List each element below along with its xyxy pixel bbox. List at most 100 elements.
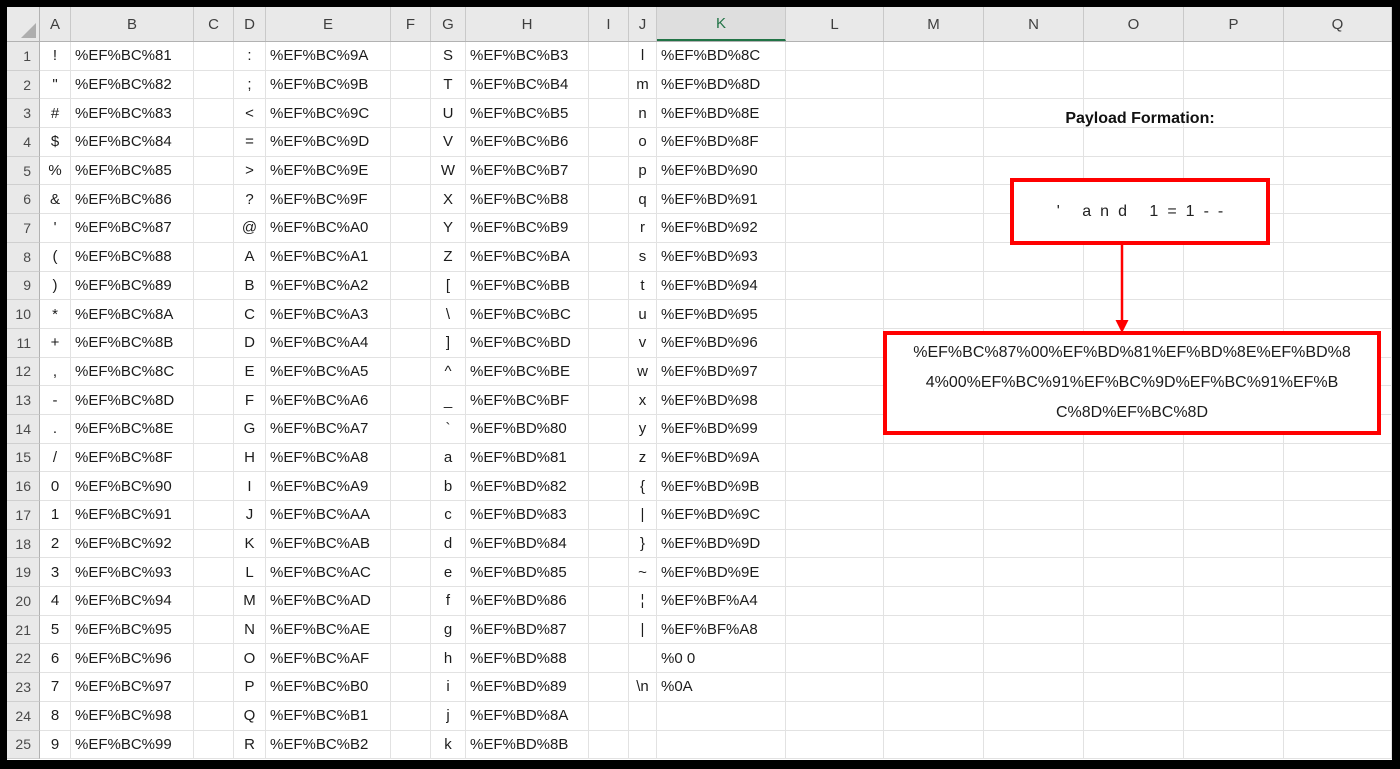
cell-A2[interactable]: " xyxy=(40,70,71,100)
cell-G8[interactable]: Z xyxy=(431,242,466,272)
cell-E23[interactable]: %EF%BC%B0 xyxy=(266,673,391,702)
cell-F9[interactable] xyxy=(391,271,431,301)
cell-L7[interactable] xyxy=(786,214,884,243)
cell-N21[interactable] xyxy=(984,615,1084,645)
cell-A14[interactable]: . xyxy=(40,414,71,444)
cell-Q18[interactable] xyxy=(1284,529,1392,559)
cell-L25[interactable] xyxy=(786,730,884,760)
cell-G10[interactable]: \ xyxy=(431,300,466,329)
cell-J25[interactable] xyxy=(629,730,657,760)
cell-D22[interactable]: O xyxy=(234,644,266,674)
cell-A7[interactable]: ' xyxy=(40,214,71,243)
row-header-24[interactable]: 24 xyxy=(7,701,40,731)
cell-E9[interactable]: %EF%BC%A2 xyxy=(266,271,391,301)
cell-F11[interactable] xyxy=(391,328,431,358)
cell-E12[interactable]: %EF%BC%A5 xyxy=(266,357,391,387)
cell-I20[interactable] xyxy=(589,587,629,616)
cell-K1[interactable]: %EF%BD%8C xyxy=(657,42,786,71)
cell-A1[interactable]: ! xyxy=(40,42,71,71)
cell-N23[interactable] xyxy=(984,673,1084,702)
cell-N17[interactable] xyxy=(984,501,1084,530)
row-header-18[interactable]: 18 xyxy=(7,529,40,559)
cell-J1[interactable]: l xyxy=(629,42,657,71)
column-header-M[interactable]: M xyxy=(884,7,984,41)
cell-K22[interactable]: %0 0 xyxy=(657,644,786,674)
cell-K8[interactable]: %EF%BD%93 xyxy=(657,242,786,272)
cell-N10[interactable] xyxy=(984,300,1084,329)
cell-I16[interactable] xyxy=(589,472,629,501)
cell-Q4[interactable] xyxy=(1284,128,1392,157)
cell-K23[interactable]: %0A xyxy=(657,673,786,702)
cell-I7[interactable] xyxy=(589,214,629,243)
cell-J4[interactable]: o xyxy=(629,128,657,157)
cell-H13[interactable]: %EF%BC%BF xyxy=(466,386,589,415)
cell-N20[interactable] xyxy=(984,587,1084,616)
cell-B8[interactable]: %EF%BC%88 xyxy=(71,242,194,272)
cell-A9[interactable]: ) xyxy=(40,271,71,301)
cell-M7[interactable] xyxy=(884,214,984,243)
cell-H22[interactable]: %EF%BD%88 xyxy=(466,644,589,674)
cell-F14[interactable] xyxy=(391,414,431,444)
cell-H12[interactable]: %EF%BC%BE xyxy=(466,357,589,387)
cell-K24[interactable] xyxy=(657,701,786,731)
cell-G23[interactable]: i xyxy=(431,673,466,702)
row-header-4[interactable]: 4 xyxy=(7,128,40,157)
cell-B24[interactable]: %EF%BC%98 xyxy=(71,701,194,731)
cell-H4[interactable]: %EF%BC%B6 xyxy=(466,128,589,157)
cell-A17[interactable]: 1 xyxy=(40,501,71,530)
cell-J3[interactable]: n xyxy=(629,99,657,129)
cell-M10[interactable] xyxy=(884,300,984,329)
cell-N15[interactable] xyxy=(984,443,1084,473)
cell-F25[interactable] xyxy=(391,730,431,760)
cell-P22[interactable] xyxy=(1184,644,1284,674)
cell-H18[interactable]: %EF%BD%84 xyxy=(466,529,589,559)
cell-P18[interactable] xyxy=(1184,529,1284,559)
cell-G1[interactable]: S xyxy=(431,42,466,71)
cell-N2[interactable] xyxy=(984,70,1084,100)
cell-J13[interactable]: x xyxy=(629,386,657,415)
cell-J22[interactable] xyxy=(629,644,657,674)
cell-D10[interactable]: C xyxy=(234,300,266,329)
cell-J20[interactable]: ¦ xyxy=(629,587,657,616)
cell-D4[interactable]: = xyxy=(234,128,266,157)
cell-Q6[interactable] xyxy=(1284,185,1392,215)
cell-Q5[interactable] xyxy=(1284,156,1392,186)
cell-Q10[interactable] xyxy=(1284,300,1392,329)
row-header-13[interactable]: 13 xyxy=(7,386,40,415)
cell-K4[interactable]: %EF%BD%8F xyxy=(657,128,786,157)
cell-B22[interactable]: %EF%BC%96 xyxy=(71,644,194,674)
cell-B21[interactable]: %EF%BC%95 xyxy=(71,615,194,645)
cell-F15[interactable] xyxy=(391,443,431,473)
column-header-N[interactable]: N xyxy=(984,7,1084,41)
cell-C22[interactable] xyxy=(194,644,234,674)
cell-A24[interactable]: 8 xyxy=(40,701,71,731)
cell-M6[interactable] xyxy=(884,185,984,215)
cell-P16[interactable] xyxy=(1184,472,1284,501)
cell-C10[interactable] xyxy=(194,300,234,329)
cell-M25[interactable] xyxy=(884,730,984,760)
cell-H23[interactable]: %EF%BD%89 xyxy=(466,673,589,702)
column-header-Q[interactable]: Q xyxy=(1284,7,1392,41)
cell-L5[interactable] xyxy=(786,156,884,186)
red-down-arrow-icon[interactable] xyxy=(1108,245,1136,333)
cell-F3[interactable] xyxy=(391,99,431,129)
cell-G20[interactable]: f xyxy=(431,587,466,616)
cell-H24[interactable]: %EF%BD%8A xyxy=(466,701,589,731)
cell-F12[interactable] xyxy=(391,357,431,387)
cell-J24[interactable] xyxy=(629,701,657,731)
cell-F17[interactable] xyxy=(391,501,431,530)
row-header-3[interactable]: 3 xyxy=(7,99,40,129)
cell-A6[interactable]: & xyxy=(40,185,71,215)
cell-K16[interactable]: %EF%BD%9B xyxy=(657,472,786,501)
row-header-5[interactable]: 5 xyxy=(7,156,40,186)
cell-P24[interactable] xyxy=(1184,701,1284,731)
cell-B2[interactable]: %EF%BC%82 xyxy=(71,70,194,100)
cell-C19[interactable] xyxy=(194,558,234,588)
cell-J19[interactable]: ~ xyxy=(629,558,657,588)
column-header-A[interactable]: A xyxy=(40,7,71,41)
cell-D17[interactable]: J xyxy=(234,501,266,530)
cell-O15[interactable] xyxy=(1084,443,1184,473)
cell-I14[interactable] xyxy=(589,414,629,444)
column-header-E[interactable]: E xyxy=(266,7,391,41)
cell-I19[interactable] xyxy=(589,558,629,588)
